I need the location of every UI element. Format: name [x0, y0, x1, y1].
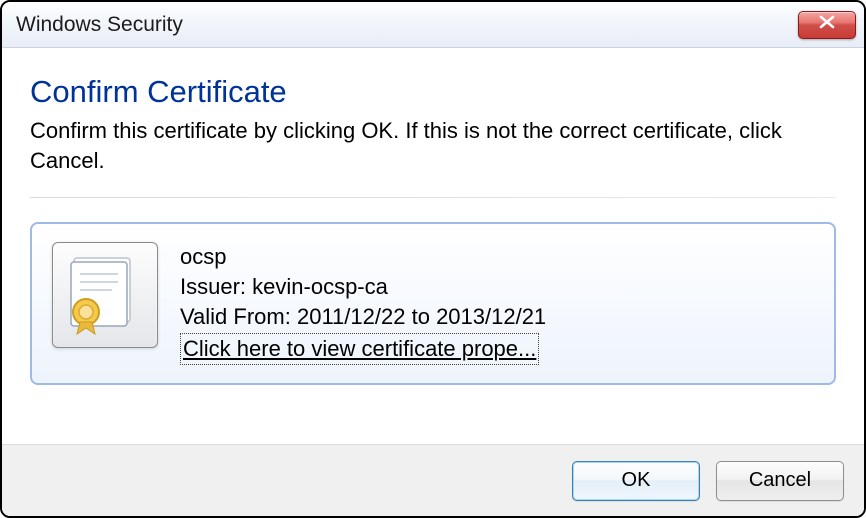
cancel-button[interactable]: Cancel [716, 461, 844, 501]
dialog-content: Confirm Certificate Confirm this certifi… [2, 48, 864, 385]
close-button[interactable] [798, 11, 856, 39]
certificate-validity: Valid From: 2011/12/22 to 2013/12/21 [180, 302, 546, 332]
certificate-icon [62, 250, 148, 341]
certificate-details: ocsp Issuer: kevin-ocsp-ca Valid From: 2… [180, 242, 546, 365]
close-icon [818, 15, 836, 34]
dialog-footer: OK Cancel [2, 444, 864, 516]
window-title: Windows Security [16, 13, 183, 37]
view-certificate-link[interactable]: Click here to view certificate prope... [180, 333, 539, 365]
dialog-instruction: Confirm this certificate by clicking OK.… [30, 116, 836, 175]
valid-label: Valid From: [180, 304, 291, 329]
windows-security-dialog: Windows Security Confirm Certificate Con… [0, 0, 866, 518]
certificate-icon-frame [52, 242, 158, 348]
certificate-card[interactable]: ocsp Issuer: kevin-ocsp-ca Valid From: 2… [30, 222, 836, 385]
ok-button[interactable]: OK [572, 461, 700, 501]
divider [30, 197, 836, 198]
issuer-value: kevin-ocsp-ca [252, 274, 388, 299]
valid-sep: to [412, 304, 430, 329]
certificate-issuer: Issuer: kevin-ocsp-ca [180, 272, 546, 302]
dialog-heading: Confirm Certificate [30, 74, 836, 110]
issuer-label: Issuer: [180, 274, 246, 299]
title-bar: Windows Security [2, 2, 864, 48]
valid-to: 2013/12/21 [436, 304, 546, 329]
certificate-name: ocsp [180, 242, 546, 272]
valid-from: 2011/12/22 [297, 304, 405, 329]
